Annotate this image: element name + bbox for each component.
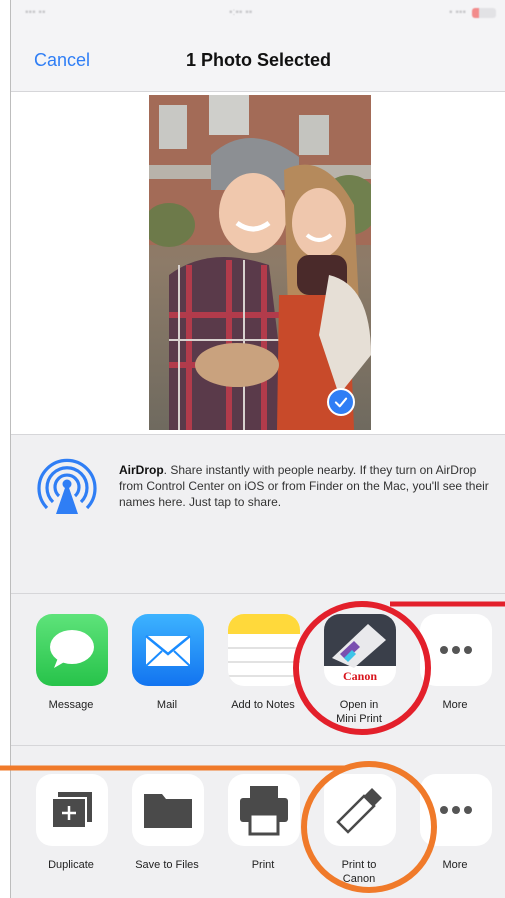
printer-icon <box>228 774 300 846</box>
airdrop-body: . Share instantly with people nearby. If… <box>119 463 489 509</box>
share-app-label: Add to Notes <box>231 699 295 711</box>
airdrop-description: AirDrop. Share instantly with people nea… <box>119 462 499 510</box>
selected-photo[interactable] <box>149 95 371 430</box>
status-bar: ▪▪▪ ▪▪ ▪:▪▪ ▪▪ ▪ ▪▪▪ <box>11 0 505 26</box>
notes-icon <box>228 614 300 686</box>
share-actions-row: Duplicate Save to Files Print Print to C… <box>11 746 505 898</box>
share-app-label: Message <box>48 699 94 711</box>
share-app-label: More <box>442 699 468 711</box>
more-icon <box>420 774 492 846</box>
selected-checkmark-icon <box>327 388 355 416</box>
battery-icon <box>472 8 496 18</box>
canon-mini-print-icon: Canon <box>324 614 396 686</box>
airdrop-title: AirDrop <box>119 463 164 477</box>
photo-image <box>149 95 371 430</box>
carrier-indicator: ▪▪▪ ▪▪ <box>25 7 46 18</box>
status-time: ▪:▪▪ ▪▪ <box>229 7 253 18</box>
photo-preview-area <box>11 92 505 434</box>
battery-percent: ▪ ▪▪▪ <box>449 7 466 18</box>
share-app-label: Mail <box>156 699 178 711</box>
share-apps-row: Message Mail Add to Notes Canon Open in … <box>11 594 505 746</box>
nav-bar: Cancel 1 Photo Selected <box>11 26 505 92</box>
mail-icon <box>132 614 204 686</box>
action-label: Save to Files <box>135 859 199 871</box>
page-title: 1 Photo Selected <box>185 50 332 70</box>
message-icon <box>36 614 108 686</box>
duplicate-icon <box>36 774 108 846</box>
airdrop-icon[interactable] <box>33 452 101 520</box>
action-label: Print to Canon <box>341 859 377 885</box>
action-label: More <box>442 859 468 871</box>
print-to-canon-icon <box>324 774 396 846</box>
more-icon <box>420 614 492 686</box>
share-app-label: Open in Mini Print <box>336 699 382 725</box>
folder-icon <box>132 774 204 846</box>
airdrop-section: AirDrop. Share instantly with people nea… <box>11 434 505 594</box>
action-label: Print <box>251 859 275 871</box>
share-sheet-screen: ▪▪▪ ▪▪ ▪:▪▪ ▪▪ ▪ ▪▪▪ Cancel 1 Photo Sele… <box>10 0 505 898</box>
canon-logo-text: Canon <box>343 669 377 683</box>
action-label: Duplicate <box>48 859 94 871</box>
